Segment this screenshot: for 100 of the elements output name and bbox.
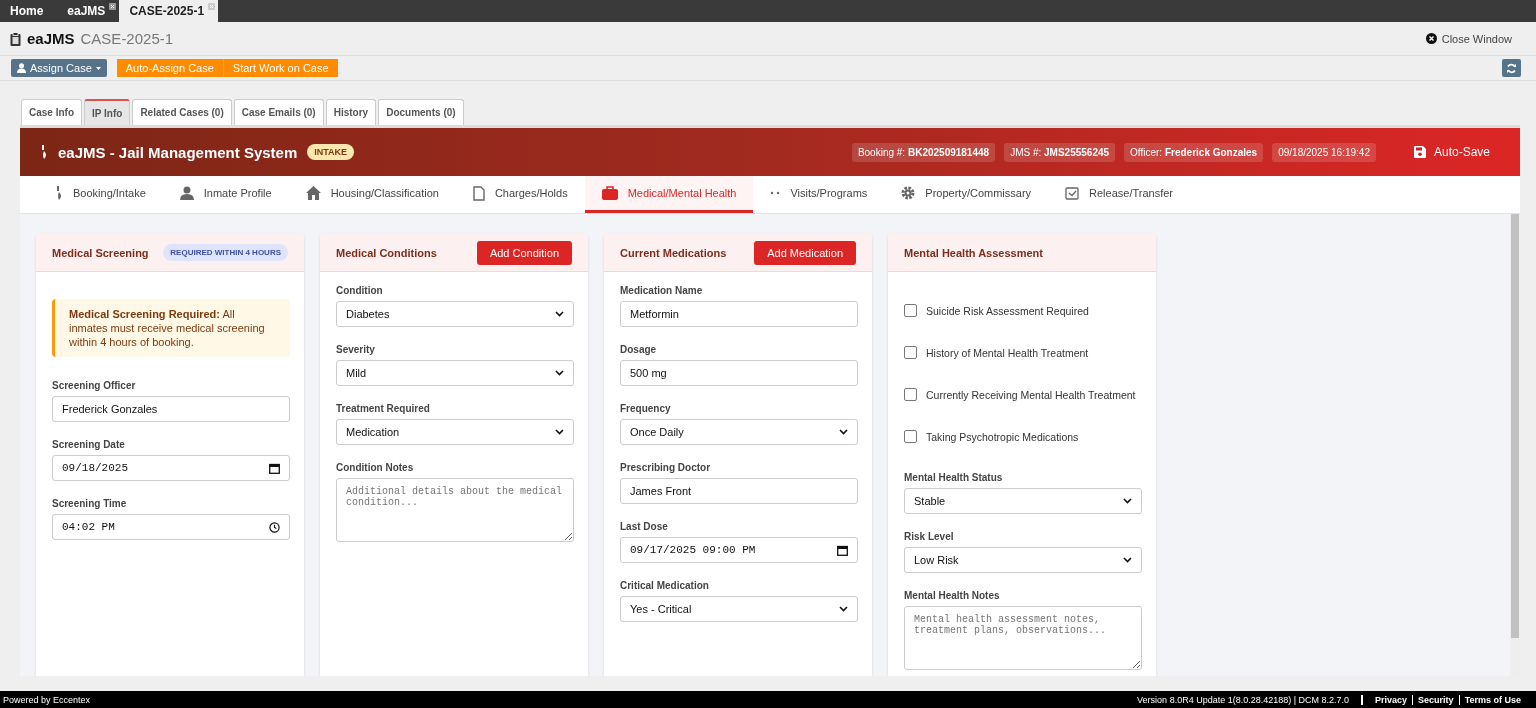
notes-field[interactable]: Mental health assessment notes, treatment plans, observations... xyxy=(904,606,1142,670)
app-title: eaJMS xyxy=(27,30,75,47)
footer-link[interactable]: Privacy xyxy=(1375,695,1408,705)
briefcase-icon xyxy=(601,186,618,200)
section-tab[interactable]: Release/Transfer xyxy=(1048,176,1191,213)
caret-icon xyxy=(95,66,101,70)
case-tab[interactable]: History xyxy=(325,99,377,125)
case-tab[interactable]: Case Emails (0) xyxy=(233,99,324,125)
field-label: Condition Notes xyxy=(336,462,415,473)
date-field[interactable]: 09/18/2025 xyxy=(52,455,290,481)
refresh-icon xyxy=(1506,62,1517,74)
field-label: Treatment Required xyxy=(336,403,431,414)
case-tab[interactable]: IP Info xyxy=(84,99,131,125)
info-chip: 09/18/2025 16:19:42 xyxy=(1272,142,1376,162)
section-tab[interactable]: Booking/Intake xyxy=(38,176,163,213)
close-icon xyxy=(1425,33,1437,44)
drop-icon xyxy=(55,186,63,200)
add-button[interactable]: Add Medication xyxy=(754,240,856,265)
notes-field[interactable]: Additional details about the medical condition... xyxy=(336,478,574,542)
select-field[interactable]: Yes - Critical xyxy=(620,596,858,622)
chevron-down-icon xyxy=(555,311,564,317)
date-field[interactable]: 09/17/2025 09:00 PM xyxy=(620,537,858,563)
clock-icon xyxy=(269,521,280,533)
select-field[interactable]: Low Risk xyxy=(904,547,1142,573)
case-tab[interactable]: Case Info xyxy=(21,99,82,125)
chevron-down-icon xyxy=(555,429,564,435)
card-title: Mental Health Assessment xyxy=(904,246,1043,259)
case-title: CASE-2025-1 xyxy=(80,30,174,47)
card-title: Medical Screening xyxy=(52,246,149,259)
checkbox[interactable] xyxy=(904,430,917,443)
section-tab[interactable]: Inmate Profile xyxy=(162,176,289,213)
chevron-down-icon xyxy=(839,429,848,435)
scrollbar[interactable] xyxy=(1510,214,1520,676)
field-label: Mental Health Notes xyxy=(904,590,1001,601)
document-icon xyxy=(472,185,485,201)
info-chip: Officer: Frederick Gonzales xyxy=(1124,142,1264,162)
field-label: Last Dose xyxy=(620,521,669,532)
app-tab[interactable]: CASE-2025-1 xyxy=(119,0,219,22)
clipboard-icon xyxy=(10,31,21,46)
card-title: Current Medications xyxy=(620,246,727,259)
field-label: Screening Date xyxy=(52,439,126,450)
select-field[interactable]: Mild xyxy=(336,360,574,386)
section-tab[interactable]: Medical/Mental Health xyxy=(584,176,754,213)
chevron-down-icon xyxy=(1123,557,1132,563)
auto-save-button[interactable]: Auto-Save xyxy=(1403,139,1500,165)
field-label: Critical Medication xyxy=(620,580,710,591)
checkbox-label: History of Mental Health Treatment xyxy=(926,346,1089,359)
case-tab[interactable]: Related Cases (0) xyxy=(132,99,232,125)
select-field[interactable]: Diabetes xyxy=(336,301,574,327)
add-button[interactable]: Add Condition xyxy=(476,240,572,265)
section-tab[interactable]: Charges/Holds xyxy=(455,176,585,213)
footer-link[interactable]: Terms of Use xyxy=(1458,695,1521,705)
checkbox[interactable] xyxy=(904,388,917,401)
close-window-link[interactable]: Close Window xyxy=(1425,32,1512,45)
field-label: Severity xyxy=(336,344,376,355)
field-label: Risk Level xyxy=(904,531,955,542)
person-icon xyxy=(17,63,26,73)
field-label: Screening Officer xyxy=(52,380,137,391)
footer-link[interactable]: Security xyxy=(1412,695,1454,705)
input-field[interactable]: Metformin xyxy=(620,301,858,327)
info-chip: JMS #: JMS25556245 xyxy=(1004,142,1116,162)
info-chip: Booking #: BK202509181448 xyxy=(851,142,996,162)
section-tab[interactable]: Housing/Classification xyxy=(288,176,456,213)
field-label: Condition xyxy=(336,285,384,296)
select-field[interactable]: Stable xyxy=(904,488,1142,514)
checkbox-label: Suicide Risk Assessment Required xyxy=(926,304,1089,317)
case-tab[interactable]: Documents (0) xyxy=(378,99,464,125)
field-label: Screening Time xyxy=(52,498,128,509)
select-field[interactable]: Once Daily xyxy=(620,419,858,445)
input-field[interactable]: James Front xyxy=(620,478,858,504)
alert-message: Medical Screening Required: All inmates must receive medical screening within 4 hours of booking. xyxy=(52,299,290,357)
calendar-icon xyxy=(837,544,848,556)
field-label: Medication Name xyxy=(620,285,704,296)
powered-by-text: Powered by Eccentex xyxy=(3,695,91,705)
field-label: Prescribing Doctor xyxy=(620,462,712,473)
app-tab[interactable]: eaJMS xyxy=(57,0,120,22)
person-icon xyxy=(179,186,194,200)
section-tab[interactable]: Property/Commissary xyxy=(884,176,1049,213)
input-field[interactable]: Frederick Gonzales xyxy=(52,396,290,422)
section-tab[interactable]: Visits/Programs xyxy=(753,176,885,213)
chevron-down-icon xyxy=(555,370,564,376)
system-title: eaJMS - Jail Management System xyxy=(58,143,298,161)
input-field[interactable]: 500 mg xyxy=(620,360,858,386)
checkbox-label: Taking Psychotropic Medications xyxy=(926,430,1079,443)
envelope-check-icon xyxy=(1065,186,1080,200)
assign-case-button[interactable]: Assign Case xyxy=(11,59,107,77)
drop-icon xyxy=(40,145,48,159)
gear-icon xyxy=(901,186,916,200)
time-field[interactable]: 04:02 PM xyxy=(52,514,290,540)
refresh-button[interactable] xyxy=(1502,59,1521,77)
version-text: Version 8.0R4 Update 1(8.0.28.42188) | DCM 8.2.7.0 xyxy=(1137,695,1350,705)
checkbox[interactable] xyxy=(904,304,917,317)
home-icon xyxy=(305,186,321,200)
app-tab[interactable]: Home xyxy=(0,0,58,22)
field-label: Frequency xyxy=(620,403,672,414)
checkbox[interactable] xyxy=(904,346,917,359)
checkbox-label: Currently Receiving Mental Health Treatment xyxy=(926,388,1136,401)
close-icon[interactable] xyxy=(109,3,117,10)
status-badge: INTAKE xyxy=(307,144,355,160)
select-field[interactable]: Medication xyxy=(336,419,574,445)
